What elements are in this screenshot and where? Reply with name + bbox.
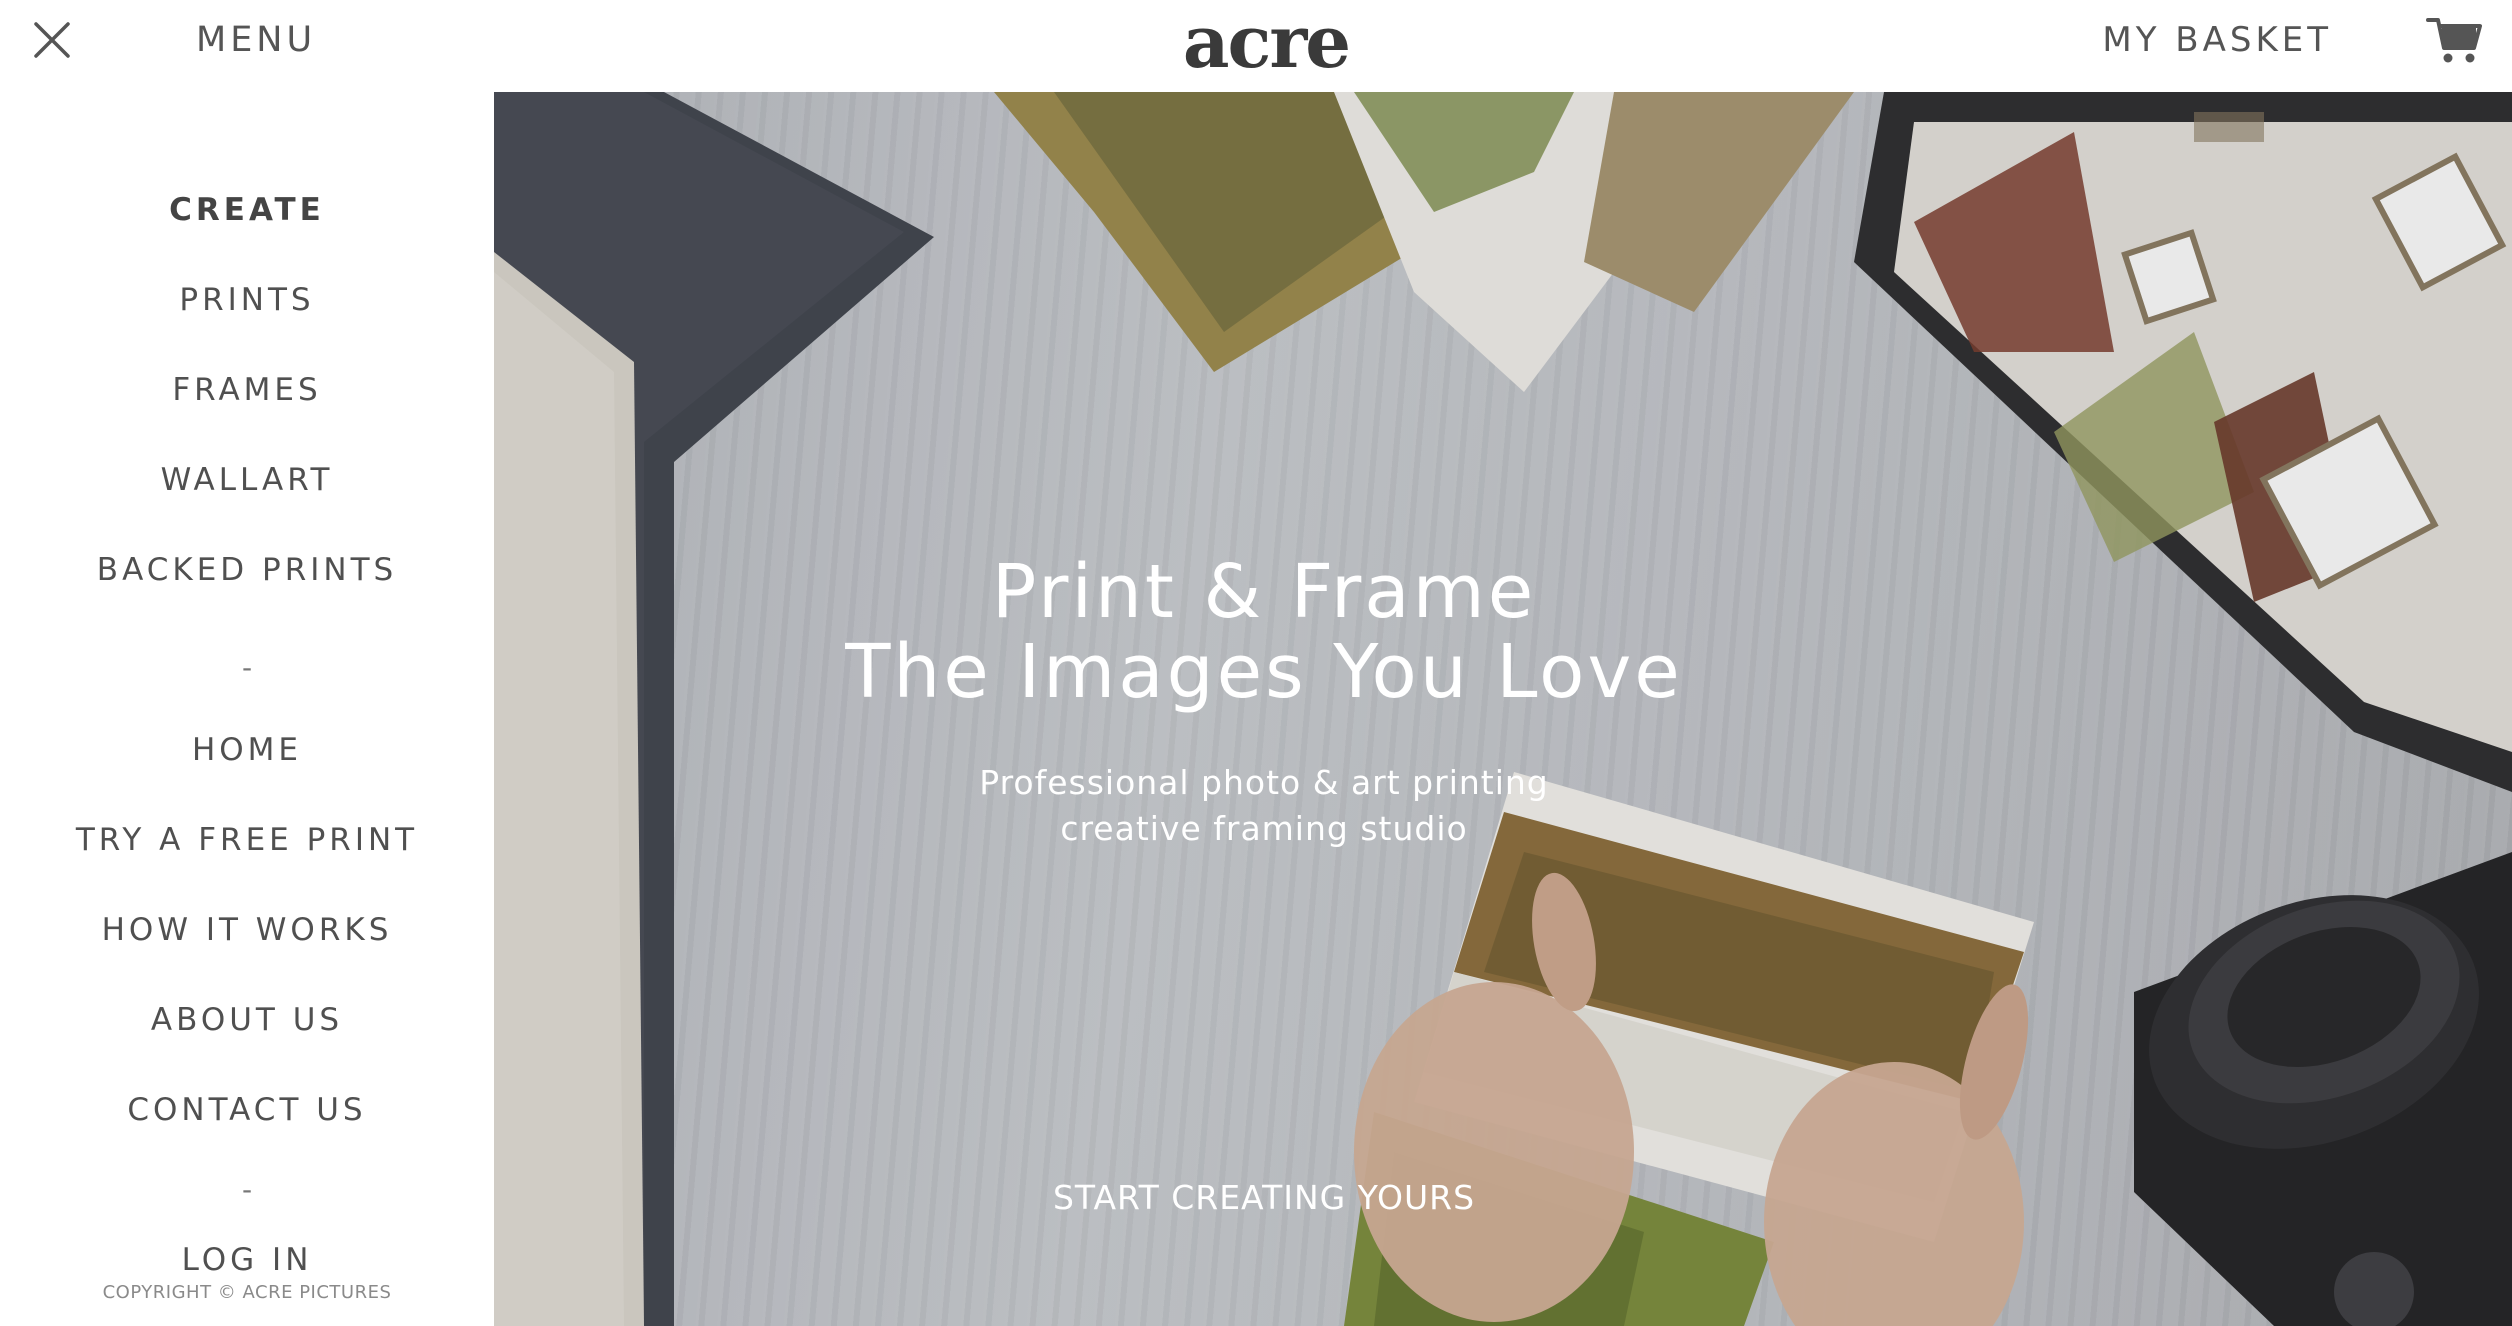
hero-title-line-2: The Images You Love <box>845 629 1683 715</box>
menu-item-log-in[interactable]: LOG IN <box>0 1230 494 1290</box>
menu-item-how-it-works[interactable]: HOW IT WORKS <box>0 900 494 960</box>
cart-icon <box>2426 18 2482 63</box>
acre-logo[interactable]: acre <box>1176 2 1356 82</box>
menu-item-about-us[interactable]: ABOUT US <box>0 990 494 1050</box>
copyright-text: COPYRIGHT © ACRE PICTURES <box>102 1282 392 1303</box>
menu-separator: - <box>241 1173 253 1206</box>
close-icon <box>34 22 70 58</box>
cart-button[interactable] <box>2426 14 2482 66</box>
side-menu: CREATE PRINTS FRAMES WALLART BACKED PRIN… <box>0 92 494 1326</box>
menu-item-create[interactable]: CREATE <box>0 180 494 240</box>
start-creating-button[interactable]: START CREATING YOURS <box>1014 1168 1514 1228</box>
menu-item-prints[interactable]: PRINTS <box>0 270 494 330</box>
my-basket-link[interactable]: MY BASKET <box>2102 18 2332 62</box>
hero-title-line-1: Print & Frame <box>991 549 1537 635</box>
menu-title: MENU <box>196 20 317 60</box>
menu-item-contact-us[interactable]: CONTACT US <box>0 1080 494 1140</box>
menu-item-frames[interactable]: FRAMES <box>0 360 494 420</box>
menu-item-backed-prints[interactable]: BACKED PRINTS <box>0 540 494 600</box>
hero-subtitle-line-1: Professional photo & art printing <box>979 763 1549 802</box>
hero-title: Print & Frame The Images You Love <box>494 552 2034 712</box>
hero-subtitle: Professional photo & art printing creati… <box>494 760 2034 852</box>
menu-item-home[interactable]: HOME <box>0 720 494 780</box>
top-header: MENU acre MY BASKET <box>0 0 2512 92</box>
menu-item-wallart[interactable]: WALLART <box>0 450 494 510</box>
close-menu-button[interactable] <box>30 18 74 62</box>
hero-banner: Print & Frame The Images You Love Profes… <box>494 92 2512 1326</box>
menu-separator: - <box>241 651 253 684</box>
menu-item-try-free-print[interactable]: TRY A FREE PRINT <box>0 810 494 870</box>
hero-subtitle-line-2: creative framing studio <box>1060 809 1468 848</box>
